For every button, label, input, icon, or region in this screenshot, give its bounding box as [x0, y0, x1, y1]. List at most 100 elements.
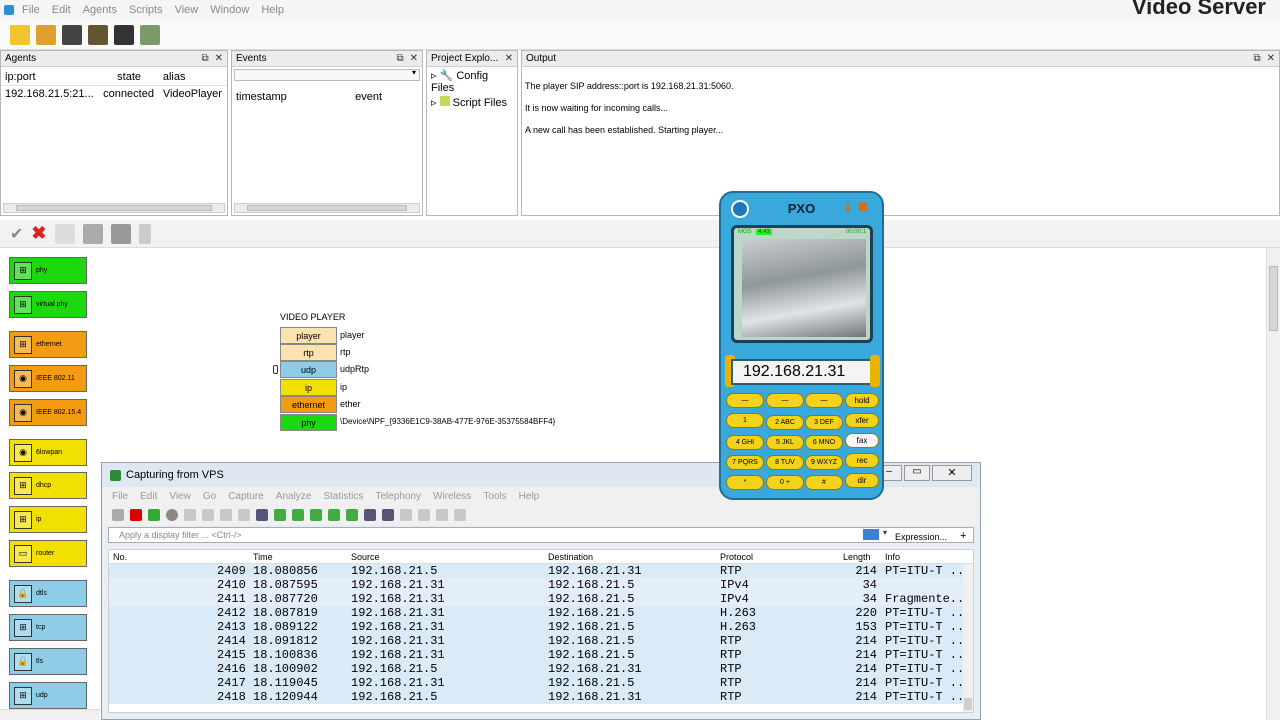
- add-filter-button[interactable]: +: [960, 530, 966, 542]
- save-file-icon[interactable]: [202, 509, 214, 521]
- palette-dhcp[interactable]: ⊞ dhcp: [9, 472, 87, 499]
- packet-row[interactable]: 2411 18.087720 192.168.21.31 192.168.21.5 IP…: [109, 592, 973, 606]
- stack-layer-phy[interactable]: phy: [280, 414, 337, 431]
- tree-item-config-files[interactable]: ▹ 🔧 Config Files: [431, 69, 513, 94]
- key-6[interactable]: 6 MNO: [805, 435, 843, 450]
- phone-ip-display[interactable]: 192.168.21.31: [731, 359, 872, 385]
- first-packet-icon[interactable]: [328, 509, 340, 521]
- agents-hscroll[interactable]: [3, 203, 225, 213]
- canvas-vscroll[interactable]: [1266, 248, 1280, 720]
- go-to-packet-icon[interactable]: [310, 509, 322, 521]
- resize-columns-icon[interactable]: [454, 509, 466, 521]
- stop-capture-icon[interactable]: [130, 509, 142, 521]
- col-timestamp[interactable]: timestamp: [232, 89, 351, 105]
- col-no[interactable]: No.: [113, 552, 127, 562]
- col-event[interactable]: event: [351, 89, 422, 105]
- key-hash[interactable]: #: [805, 475, 843, 490]
- close-icon[interactable]: ✕: [505, 53, 513, 64]
- key-9[interactable]: 9 WXYZ: [805, 455, 843, 470]
- close-window-icon[interactable]: ✕: [932, 465, 972, 481]
- settings-icon[interactable]: [731, 200, 749, 218]
- close-icon[interactable]: ✖: [857, 199, 869, 216]
- save-as-icon[interactable]: [110, 223, 131, 244]
- key-7[interactable]: 7 PQRS: [726, 455, 764, 470]
- zoom-out-icon[interactable]: [418, 509, 430, 521]
- menu-window[interactable]: Window: [210, 4, 249, 16]
- key-2[interactable]: 2 ABC: [766, 415, 804, 430]
- tree-item-script-files[interactable]: ▹ Script Files: [431, 96, 513, 109]
- ws-menu-telephony[interactable]: Telephony: [375, 491, 421, 502]
- col-alias[interactable]: alias: [159, 69, 227, 86]
- key-1[interactable]: 1: [726, 413, 764, 428]
- stack-handle[interactable]: [273, 365, 278, 374]
- ws-menu-statistics[interactable]: Statistics: [323, 491, 363, 502]
- open-icon[interactable]: [54, 223, 75, 244]
- binoculars-icon[interactable]: [114, 24, 134, 45]
- open-folder-icon[interactable]: [36, 24, 56, 45]
- palette-tcp[interactable]: ⊞ tcp: [9, 614, 87, 641]
- packet-list-vscroll[interactable]: [963, 564, 973, 712]
- reload-icon[interactable]: [238, 509, 250, 521]
- menu-help[interactable]: Help: [261, 4, 284, 16]
- close-icon[interactable]: ✕: [1267, 53, 1275, 64]
- minimize-arrow-icon[interactable]: ⇓: [843, 201, 853, 215]
- packet-row[interactable]: 2415 18.100836 192.168.21.31 192.168.21.5 RT…: [109, 648, 973, 662]
- save-icon[interactable]: [82, 223, 103, 244]
- packet-row[interactable]: 2410 18.087595 192.168.21.31 192.168.21.5 IP…: [109, 578, 973, 592]
- find-icon[interactable]: [256, 509, 268, 521]
- packet-row[interactable]: 2412 18.087819 192.168.21.31 192.168.21.5 H.…: [109, 606, 973, 620]
- xfer-button[interactable]: xfer: [845, 413, 879, 428]
- palette-router[interactable]: ▭ router: [9, 540, 87, 567]
- key-call[interactable]: —: [726, 393, 764, 408]
- chevron-down-icon[interactable]: ▾: [883, 528, 887, 537]
- autoscroll-icon[interactable]: [364, 509, 376, 521]
- restart-capture-icon[interactable]: [148, 509, 160, 521]
- display-filter-input[interactable]: Apply a display filter ... <Ctrl-/> ▾: [108, 527, 974, 543]
- stack-layer-ethernet[interactable]: ethernet: [280, 396, 337, 413]
- key-hangup[interactable]: —: [805, 393, 843, 408]
- palette-6lowpan[interactable]: ◉ 6lowpan: [9, 439, 87, 466]
- palette-dtls[interactable]: 🔒 dtls: [9, 580, 87, 607]
- packet-row[interactable]: 2416 18.100902 192.168.21.5 192.168.21.31 RT…: [109, 662, 973, 676]
- packet-row[interactable]: 2409 18.080856 192.168.21.5 192.168.21.31 RT…: [109, 564, 973, 578]
- close-icon[interactable]: ✕: [215, 53, 223, 64]
- cancel-icon[interactable]: ✖: [31, 223, 46, 244]
- hold-button[interactable]: hold: [845, 393, 879, 408]
- ws-menu-file[interactable]: File: [112, 491, 128, 502]
- stack-layer-player[interactable]: player: [280, 327, 337, 344]
- menu-scripts[interactable]: Scripts: [129, 4, 163, 16]
- palette-ieee-80211[interactable]: ◉ IEEE 802.11: [9, 365, 87, 392]
- last-packet-icon[interactable]: [346, 509, 358, 521]
- float-icon[interactable]: ⧉: [201, 53, 208, 64]
- packet-row[interactable]: 2418 18.120944 192.168.21.5 192.168.21.31 RT…: [109, 690, 973, 704]
- expression-button[interactable]: Expression...: [895, 532, 947, 542]
- key-4[interactable]: 4 GHI: [726, 435, 764, 450]
- ws-menu-capture[interactable]: Capture: [228, 491, 264, 502]
- key-star[interactable]: *: [726, 475, 764, 490]
- go-back-icon[interactable]: [274, 509, 286, 521]
- start-capture-icon[interactable]: [112, 509, 124, 521]
- palette-tls[interactable]: 🔒 tls: [9, 648, 87, 675]
- key-5[interactable]: 5 JKL: [766, 435, 804, 450]
- dir-button[interactable]: dir: [845, 473, 879, 488]
- volume-controls[interactable]: [870, 355, 880, 387]
- palette-phy[interactable]: ⊞ phy: [9, 257, 87, 284]
- menu-view[interactable]: View: [175, 4, 199, 16]
- col-destination[interactable]: Destination: [548, 552, 593, 562]
- col-info[interactable]: Info: [885, 552, 900, 562]
- palette-ieee-802154[interactable]: ◉ IEEE 802.15.4: [9, 399, 87, 426]
- stack-layer-udp[interactable]: udp: [280, 361, 337, 378]
- ws-menu-tools[interactable]: Tools: [483, 491, 506, 502]
- zoom-in-icon[interactable]: [400, 509, 412, 521]
- col-length[interactable]: Length: [843, 552, 871, 562]
- new-project-icon[interactable]: [10, 24, 30, 45]
- normal-size-icon[interactable]: [436, 509, 448, 521]
- events-hscroll[interactable]: [234, 203, 420, 213]
- palette-udp[interactable]: ⊞ udp: [9, 682, 87, 709]
- ws-menu-edit[interactable]: Edit: [140, 491, 157, 502]
- menu-agents[interactable]: Agents: [83, 4, 117, 16]
- packet-row[interactable]: 2413 18.089122 192.168.21.31 192.168.21.5 H.…: [109, 620, 973, 634]
- packet-row[interactable]: 2414 18.091812 192.168.21.31 192.168.21.5 RT…: [109, 634, 973, 648]
- scroll-thumb[interactable]: [964, 698, 972, 710]
- ws-menu-help[interactable]: Help: [519, 491, 540, 502]
